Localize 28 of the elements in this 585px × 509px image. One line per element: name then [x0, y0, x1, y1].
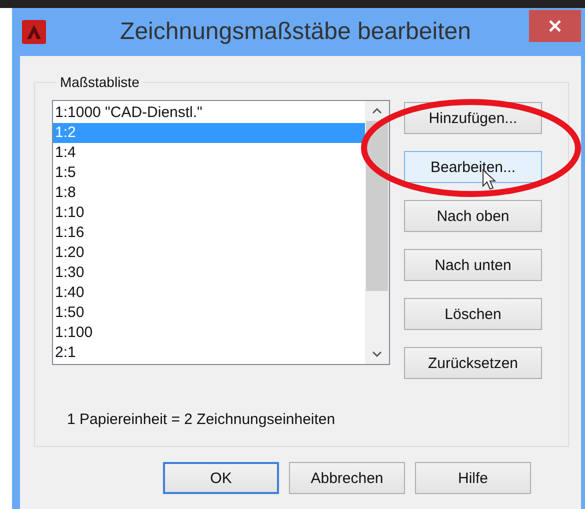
- list-item[interactable]: 1:1000 "CAD-Dienstl.": [53, 103, 365, 123]
- list-item[interactable]: 1:4: [53, 143, 365, 163]
- scale-list[interactable]: 1:1000 "CAD-Dienstl." 1:2 1:4 1:5 1:8 1:10 1:16 1:20 1:30 1:40 1:50 1:100 2:1: [52, 100, 390, 365]
- list-item[interactable]: 1:30: [53, 263, 365, 283]
- close-icon: [548, 19, 562, 33]
- scale-info-text: 1 Papiereinheit = 2 Zeichnungseinheiten: [67, 411, 336, 428]
- list-item[interactable]: 1:8: [53, 183, 365, 203]
- list-item[interactable]: 1:40: [53, 283, 365, 303]
- list-item[interactable]: 1:100: [53, 323, 365, 343]
- list-item[interactable]: 1:16: [53, 223, 365, 243]
- action-button[interactable]: Löschen: [404, 298, 542, 330]
- list-item[interactable]: 1:20: [53, 243, 365, 263]
- list-item[interactable]: 1:5: [53, 163, 365, 183]
- list-item[interactable]: 2:1: [53, 343, 365, 363]
- action-button[interactable]: Nach unten: [404, 249, 542, 281]
- group-title: Maßstabliste: [59, 74, 140, 90]
- window-title: Zeichnungsmaßstäbe bearbeiten: [119, 18, 472, 46]
- scrollbar-thumb[interactable]: [366, 121, 388, 291]
- close-button[interactable]: [529, 10, 581, 42]
- app-logo-icon: [22, 20, 46, 44]
- action-button[interactable]: Zurücksetzen: [404, 347, 542, 379]
- dialog-button[interactable]: Abbrechen: [289, 462, 405, 494]
- list-item[interactable]: 1:50: [53, 303, 365, 323]
- action-button[interactable]: Nach oben: [404, 200, 542, 232]
- dialog-button[interactable]: OK: [163, 462, 279, 494]
- action-button[interactable]: Bearbeiten...: [404, 151, 542, 183]
- dialog-button[interactable]: Hilfe: [415, 462, 531, 494]
- list-item[interactable]: 1:10: [53, 203, 365, 223]
